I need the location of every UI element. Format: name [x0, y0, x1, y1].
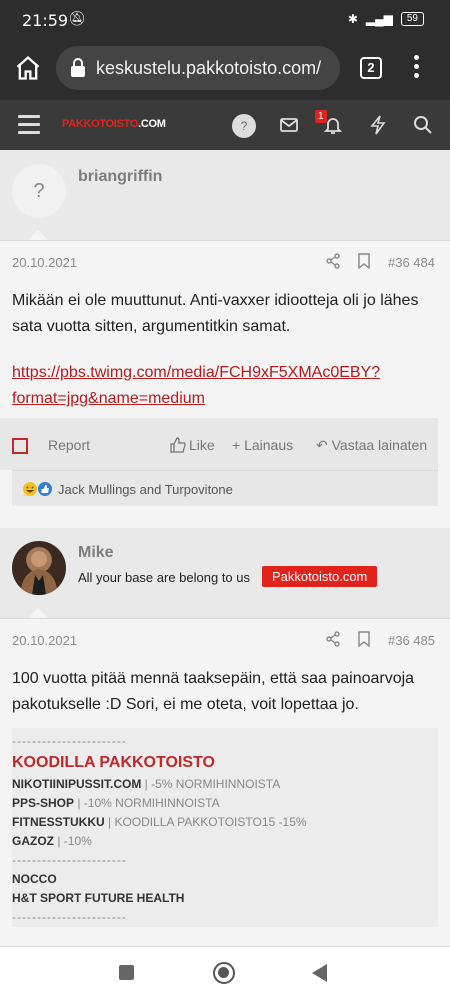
more-options-icon[interactable]	[410, 55, 422, 81]
reaction-icons	[22, 481, 56, 502]
site-logo[interactable]: PAKKOTOISTO.COM	[62, 118, 166, 130]
thread-content: ? briangriffin 20.10.2021 #36 484 Mikään…	[0, 150, 450, 946]
signal-icon: ▂▄▆	[365, 12, 393, 26]
username[interactable]: Mike	[78, 544, 114, 562]
bookmark-icon[interactable]	[357, 631, 371, 647]
signature-line: GAZOZ | -10%	[12, 834, 92, 848]
search-icon[interactable]	[413, 115, 433, 135]
post-number[interactable]: #36 484	[388, 255, 435, 270]
post-date[interactable]: 20.10.2021	[12, 633, 77, 648]
menu-icon[interactable]	[18, 115, 40, 135]
recents-button[interactable]	[119, 965, 134, 980]
home-icon[interactable]	[14, 54, 42, 82]
avatar[interactable]	[12, 541, 66, 595]
like-button[interactable]: Like	[189, 437, 215, 453]
user-title: All your base are belong to us	[78, 570, 250, 585]
share-icon[interactable]	[325, 631, 341, 647]
reply-button[interactable]: ↶ Vastaa lainaten	[316, 437, 427, 454]
post-actions: Report Like + Lainaus ↶ Vastaa lainaten	[0, 418, 438, 470]
signature: ----------------------- KOODILLA PAKKOTO…	[12, 728, 438, 927]
mail-icon[interactable]	[279, 115, 299, 135]
signature-line: FITNESSTUKKU | KOODILLA PAKKOTOISTO15 -1…	[12, 815, 307, 829]
thumbs-up-icon[interactable]	[170, 437, 186, 453]
bolt-icon[interactable]	[369, 115, 387, 135]
tab-switcher-button[interactable]: 2	[360, 57, 382, 79]
avatar[interactable]: ?	[12, 164, 66, 218]
report-button[interactable]: Report	[48, 437, 90, 453]
post-text: 100 vuotta pitää mennä taaksepäin, että …	[12, 670, 415, 713]
report-flag-icon[interactable]	[12, 438, 28, 454]
post-meta: 20.10.2021 #36 484	[0, 240, 450, 280]
post-text: Mikään ei ole muuttunut. Anti-vaxxer idi…	[12, 292, 419, 335]
post-body: Mikään ei ole muuttunut. Anti-vaxxer idi…	[0, 280, 450, 412]
url-text: keskustelu.pakkotoisto.com/	[96, 58, 322, 78]
post-meta: 20.10.2021 #36 485	[0, 618, 450, 658]
clock: 21:59	[22, 11, 69, 30]
signature-line: NIKOTIINIPUSSIT.COM | -5% NORMIHINNOISTA	[12, 777, 281, 791]
status-icons: ✱ ▂▄▆ 59	[348, 12, 424, 26]
post-link[interactable]: https://pbs.twimg.com/media/FCH9xF5XMAc0…	[12, 364, 380, 407]
quote-button[interactable]: + Lainaus	[232, 437, 293, 453]
post-number[interactable]: #36 485	[388, 633, 435, 648]
share-icon[interactable]	[325, 253, 341, 269]
system-nav-bar	[0, 946, 450, 1000]
home-button[interactable]	[213, 962, 235, 984]
post-author-header: ? briangriffin	[0, 150, 450, 241]
post-body: 100 vuotta pitää mennä taaksepäin, että …	[0, 658, 450, 718]
signature-line: PPS-SHOP | -10% NORMIHINNOISTA	[12, 796, 220, 810]
site-header: PAKKOTOISTO.COM ? 1	[0, 100, 450, 150]
signature-divider: -----------------------	[12, 853, 127, 867]
back-button[interactable]	[312, 964, 327, 982]
username[interactable]: briangriffin	[78, 168, 162, 186]
signature-title: KOODILLA PAKKOTOISTO	[12, 754, 215, 771]
user-avatar[interactable]: ?	[232, 114, 256, 138]
bluetooth-icon: ✱	[347, 12, 358, 26]
notification-count: 1	[315, 110, 327, 123]
mute-bell-icon: 🔕︎	[68, 10, 86, 26]
reactions-bar[interactable]: Jack Mullings and Turpovitone	[12, 470, 438, 506]
signature-divider: -----------------------	[12, 910, 127, 924]
post-date[interactable]: 20.10.2021	[12, 255, 77, 270]
address-bar[interactable]: keskustelu.pakkotoisto.com/	[56, 46, 340, 90]
post-author-header: Mike All your base are belong to us Pakk…	[0, 528, 450, 619]
signature-brand: H&T SPORT FUTURE HEALTH	[12, 891, 185, 905]
user-badge: Pakkotoisto.com	[262, 566, 378, 587]
signature-brand: NOCCO	[12, 872, 57, 886]
battery-indicator: 59	[400, 12, 424, 26]
lock-icon	[71, 58, 85, 77]
status-bar: 21:59 🔕︎ ✱ ▂▄▆ 59	[0, 0, 450, 40]
reaction-users: Jack Mullings and Turpovitone	[58, 482, 233, 497]
bookmark-icon[interactable]	[357, 253, 371, 269]
browser-toolbar: keskustelu.pakkotoisto.com/ 2	[0, 40, 450, 100]
signature-divider: -----------------------	[12, 734, 127, 748]
